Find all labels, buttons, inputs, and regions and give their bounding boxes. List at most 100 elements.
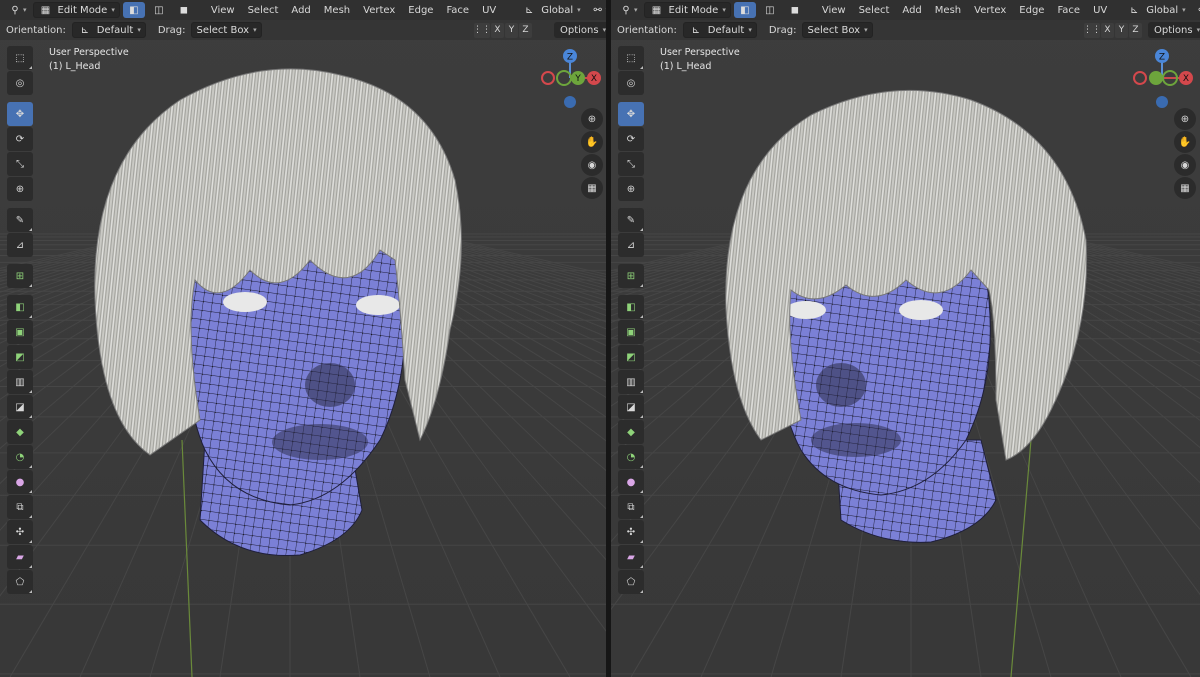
shrink-fatten-tool[interactable]: ✣ xyxy=(7,520,33,544)
edge-slide-tool[interactable]: ⧉ xyxy=(7,495,33,519)
menu-add[interactable]: Add xyxy=(897,2,926,18)
axis-z-button[interactable]: Z xyxy=(519,22,532,38)
head-model[interactable] xyxy=(611,0,1200,677)
extrude-tool[interactable]: ◧ xyxy=(7,295,33,319)
zoom-button[interactable]: ⊕ xyxy=(581,108,603,130)
edge-select-button[interactable]: ◫ xyxy=(759,2,781,18)
annotate-tool[interactable]: ✎ xyxy=(618,208,644,232)
cursor-tool[interactable]: ◎ xyxy=(618,71,644,95)
axis-x-button[interactable]: X xyxy=(1101,22,1114,38)
poly-build-tool[interactable]: ◆ xyxy=(618,420,644,444)
vertex-select-button[interactable]: ◧ xyxy=(733,2,756,18)
inset-tool[interactable]: ▣ xyxy=(618,320,644,344)
axis-gizmo[interactable]: Z Y X xyxy=(538,46,606,110)
menu-view[interactable]: View xyxy=(817,2,851,18)
options-dropdown[interactable]: Options ▾ xyxy=(1148,22,1200,38)
transform-tool[interactable]: ⊕ xyxy=(7,177,33,201)
rotate-tool[interactable]: ⟳ xyxy=(618,127,644,151)
camera-button[interactable]: ◉ xyxy=(581,154,603,176)
face-select-button[interactable]: ◼ xyxy=(173,2,195,18)
zoom-button[interactable]: ⊕ xyxy=(1174,108,1196,130)
menu-face[interactable]: Face xyxy=(441,2,474,18)
select-box-tool[interactable]: ⬚ xyxy=(618,46,644,70)
pivot-button[interactable]: ⚯▾ xyxy=(587,2,606,18)
transform-tool[interactable]: ⊕ xyxy=(618,177,644,201)
knife-tool[interactable]: ◪ xyxy=(7,395,33,419)
options-dropdown[interactable]: Options ▾ xyxy=(554,22,606,38)
annotate-tool[interactable]: ✎ xyxy=(7,208,33,232)
orientation-dropdown[interactable]: ⊾ Default ▾ xyxy=(71,22,146,38)
knife-tool[interactable]: ◪ xyxy=(618,395,644,419)
menu-edge[interactable]: Edge xyxy=(403,2,438,18)
axis-x-button[interactable]: X xyxy=(491,22,504,38)
smooth-tool[interactable]: ● xyxy=(618,470,644,494)
menu-select[interactable]: Select xyxy=(243,2,284,18)
viewport-right[interactable]: ⚲ ▾ ▦ Edit Mode ▾ ◧ ◫ ◼ View Select Add Mes… xyxy=(611,0,1200,677)
navigation-gizmo[interactable]: Z X xyxy=(1130,46,1198,110)
add-cube-tool[interactable]: ⊞ xyxy=(7,264,33,288)
loop-cut-tool[interactable]: ▥ xyxy=(7,370,33,394)
menu-mesh[interactable]: Mesh xyxy=(319,2,355,18)
editor-type-button[interactable]: ⚲ ▾ xyxy=(615,2,641,18)
cursor-tool[interactable]: ◎ xyxy=(7,71,33,95)
orientation-dropdown[interactable]: ⊾ Default ▾ xyxy=(682,22,757,38)
pivot-button[interactable]: ⚯▾ xyxy=(1192,2,1200,18)
menu-add[interactable]: Add xyxy=(286,2,315,18)
loop-cut-tool[interactable]: ▥ xyxy=(618,370,644,394)
measure-tool[interactable]: ⊿ xyxy=(618,233,644,257)
menu-select[interactable]: Select xyxy=(854,2,895,18)
pan-button[interactable]: ✋ xyxy=(1174,131,1196,153)
axis-z-button[interactable]: Z xyxy=(1129,22,1142,38)
measure-tool[interactable]: ⊿ xyxy=(7,233,33,257)
scale-tool[interactable]: ⤡ xyxy=(618,152,644,176)
face-select-button[interactable]: ◼ xyxy=(784,2,806,18)
scale-tool[interactable]: ⤡ xyxy=(7,152,33,176)
mode-dropdown[interactable]: ▦ Edit Mode ▾ xyxy=(32,2,120,18)
editor-type-button[interactable]: ⚲ ▾ xyxy=(4,2,30,18)
drag-dropdown[interactable]: Select Box ▾ xyxy=(802,22,873,38)
move-tool[interactable]: ✥ xyxy=(618,102,644,126)
inset-tool[interactable]: ▣ xyxy=(7,320,33,344)
shear-tool[interactable]: ▰ xyxy=(7,545,33,569)
spin-tool[interactable]: ◔ xyxy=(618,445,644,469)
bevel-tool[interactable]: ◩ xyxy=(618,345,644,369)
menu-face[interactable]: Face xyxy=(1052,2,1085,18)
bevel-tool[interactable]: ◩ xyxy=(7,345,33,369)
menu-uv[interactable]: UV xyxy=(477,2,501,18)
menu-view[interactable]: View xyxy=(206,2,240,18)
extrude-tool[interactable]: ◧ xyxy=(618,295,644,319)
camera-button[interactable]: ◉ xyxy=(1174,154,1196,176)
select-box-tool[interactable]: ⬚ xyxy=(7,46,33,70)
drag-dropdown[interactable]: Select Box ▾ xyxy=(191,22,262,38)
edge-select-button[interactable]: ◫ xyxy=(148,2,170,18)
rotate-tool[interactable]: ⟳ xyxy=(7,127,33,151)
head-model[interactable] xyxy=(0,0,606,677)
mirror-lock-icon[interactable]: ⋮⋮ xyxy=(473,22,491,38)
navigation-gizmo[interactable]: Z Y X xyxy=(538,46,606,110)
rip-tool[interactable]: ⬠ xyxy=(618,570,644,594)
mirror-lock-icon[interactable]: ⋮⋮ xyxy=(1083,22,1101,38)
pan-button[interactable]: ✋ xyxy=(581,131,603,153)
axis-y-button[interactable]: Y xyxy=(505,22,518,38)
menu-edge[interactable]: Edge xyxy=(1014,2,1049,18)
rip-tool[interactable]: ⬠ xyxy=(7,570,33,594)
move-tool[interactable]: ✥ xyxy=(7,102,33,126)
edge-slide-tool[interactable]: ⧉ xyxy=(618,495,644,519)
axis-gizmo[interactable]: Z X xyxy=(1130,46,1198,110)
poly-build-tool[interactable]: ◆ xyxy=(7,420,33,444)
transform-orientation-dropdown[interactable]: ⊾ Global ▾ xyxy=(518,2,583,18)
menu-uv[interactable]: UV xyxy=(1088,2,1112,18)
spin-tool[interactable]: ◔ xyxy=(7,445,33,469)
add-cube-tool[interactable]: ⊞ xyxy=(618,264,644,288)
grid-toggle-button[interactable]: ▦ xyxy=(1174,177,1196,199)
shrink-fatten-tool[interactable]: ✣ xyxy=(618,520,644,544)
grid-toggle-button[interactable]: ▦ xyxy=(581,177,603,199)
axis-y-button[interactable]: Y xyxy=(1115,22,1128,38)
shear-tool[interactable]: ▰ xyxy=(618,545,644,569)
mode-dropdown[interactable]: ▦ Edit Mode ▾ xyxy=(643,2,731,18)
transform-orientation-dropdown[interactable]: ⊾ Global ▾ xyxy=(1123,2,1188,18)
menu-vertex[interactable]: Vertex xyxy=(969,2,1011,18)
menu-vertex[interactable]: Vertex xyxy=(358,2,400,18)
vertex-select-button[interactable]: ◧ xyxy=(122,2,145,18)
viewport-left[interactable]: ⚲ ▾ ▦ Edit Mode ▾ ◧ ◫ ◼ View Select Add Mes… xyxy=(0,0,606,677)
